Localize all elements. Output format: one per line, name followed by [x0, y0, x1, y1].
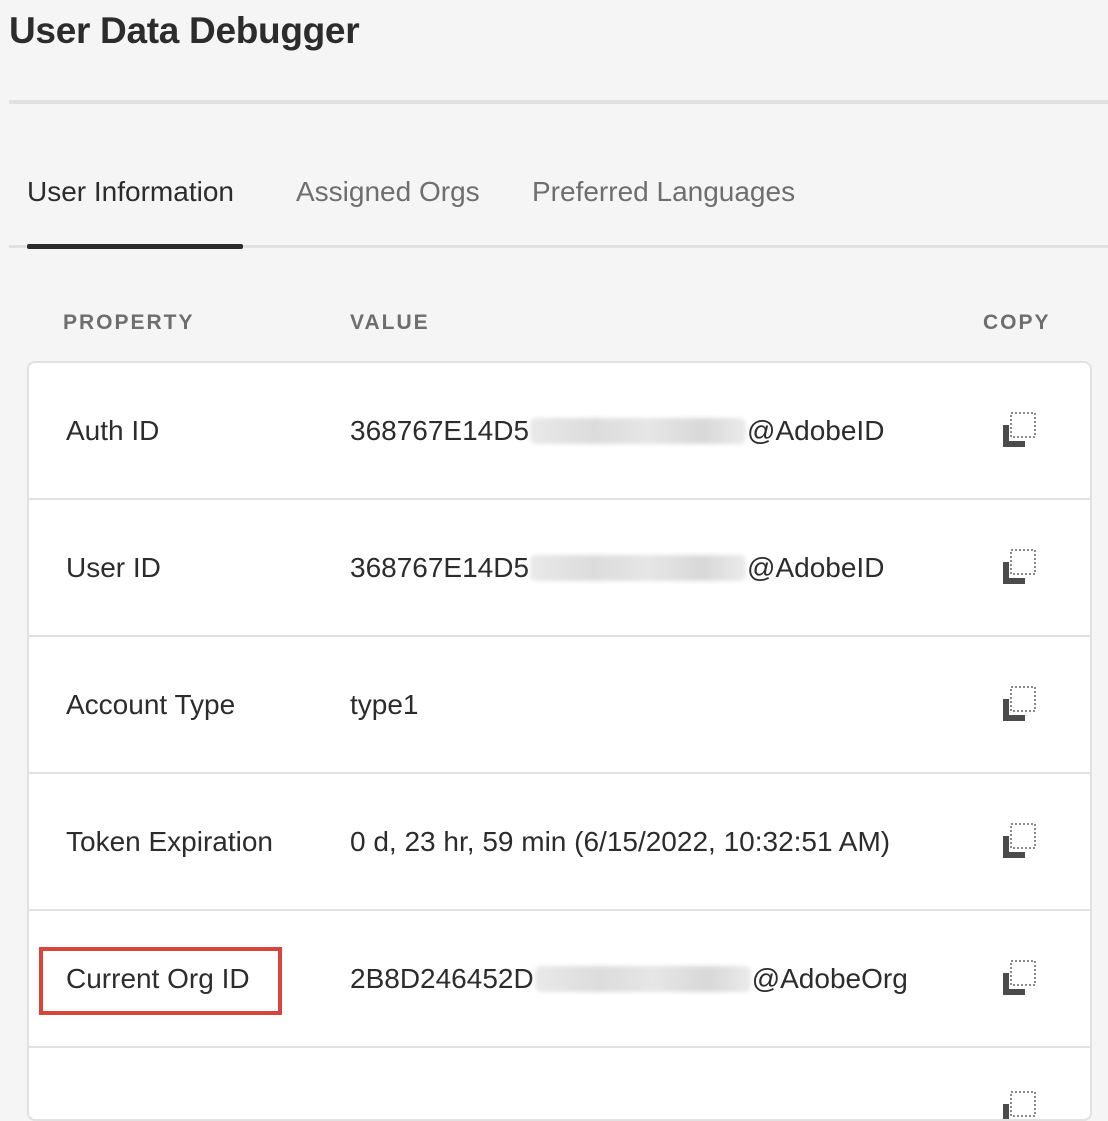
table-row-account-type: Account Type type1 [29, 637, 1090, 774]
value-text: type1 [350, 688, 419, 720]
property-cell: Current Org ID [66, 962, 250, 994]
value-suffix: @AdobeID [747, 414, 885, 446]
value-suffix: @AdobeOrg [751, 962, 908, 994]
table-row-user-id: User ID 368767E14D5 @AdobeID [29, 500, 1090, 637]
active-tab-indicator [27, 244, 243, 249]
property-cell: Account Type [66, 688, 236, 720]
copy-button[interactable] [999, 685, 1039, 725]
copy-icon [1003, 1091, 1036, 1119]
copy-icon [1003, 959, 1036, 995]
redacted-value [530, 417, 747, 444]
copy-button[interactable] [999, 1090, 1039, 1119]
property-cell: User ID [66, 551, 161, 583]
value-cell: 2B8D246452D @AdobeOrg [350, 963, 908, 995]
tab-assigned-orgs[interactable]: Assigned Orgs [296, 176, 532, 208]
value-cell: 0 d, 23 hr, 59 min (6/15/2022, 10:32:51 … [350, 826, 890, 858]
value-cell: type1 [350, 689, 419, 721]
page-title: User Data Debugger [9, 10, 360, 51]
value-text: 0 d, 23 hr, 59 min (6/15/2022, 10:32:51 … [350, 825, 891, 857]
table-row-auth-id: Auth ID 368767E14D5 @AdobeID [29, 363, 1090, 500]
column-header-property: PROPERTY [63, 311, 195, 334]
title-divider [9, 100, 1108, 104]
copy-button[interactable] [999, 822, 1039, 862]
value-cell: 368767E14D5 @AdobeID [350, 552, 884, 584]
property-cell: Token Expiration [66, 825, 274, 857]
value-suffix: @AdobeID [747, 551, 885, 583]
copy-button[interactable] [999, 548, 1039, 588]
redacted-value [534, 965, 751, 992]
property-cell: Auth ID [66, 414, 160, 446]
value-cell: 368767E14D5 @AdobeID [350, 415, 884, 447]
tab-bar: User Information Assigned Orgs Preferred… [27, 176, 812, 208]
value-prefix: 2B8D246452D [350, 962, 534, 994]
column-header-copy: COPY [983, 311, 1051, 334]
value-prefix: 368767E14D5 [350, 414, 530, 446]
copy-button[interactable] [999, 411, 1039, 451]
column-header-value: VALUE [350, 311, 430, 334]
redacted-value [530, 554, 747, 581]
tab-user-information[interactable]: User Information [27, 176, 296, 208]
table-row-current-org-id: Current Org ID 2B8D246452D @AdobeOrg [29, 911, 1090, 1048]
table-row-token-expiration: Token Expiration 0 d, 23 hr, 59 min (6/1… [29, 774, 1090, 911]
value-prefix: 368767E14D5 [350, 551, 530, 583]
copy-icon [1003, 685, 1036, 721]
copy-icon [1003, 822, 1036, 858]
user-info-table: Auth ID 368767E14D5 @AdobeID User ID 368… [27, 361, 1092, 1121]
table-row-partial [29, 1048, 1090, 1119]
copy-button[interactable] [999, 959, 1039, 999]
copy-icon [1003, 548, 1036, 584]
copy-icon [1003, 411, 1036, 447]
tab-preferred-languages[interactable]: Preferred Languages [532, 176, 812, 208]
